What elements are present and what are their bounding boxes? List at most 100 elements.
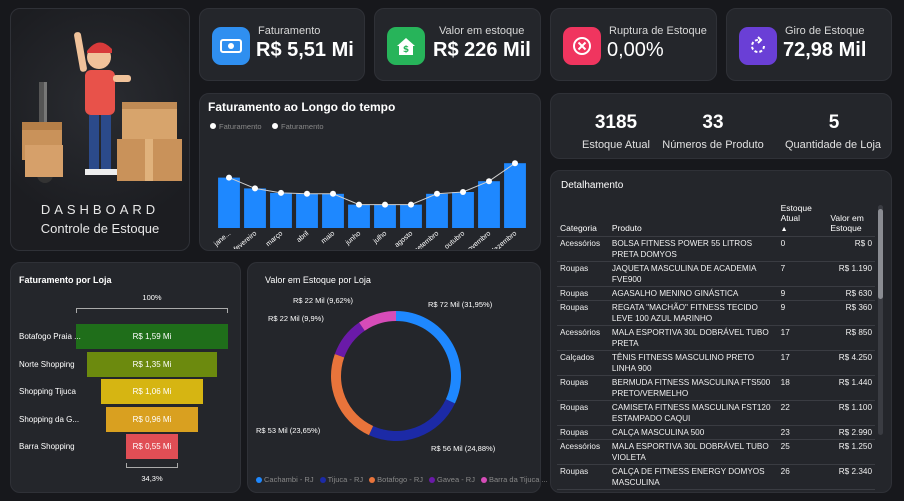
line-point[interactable] xyxy=(408,201,414,208)
legend-item[interactable]: Botafogo - RJ xyxy=(369,475,423,484)
bar[interactable] xyxy=(504,163,526,228)
cell-categoria: Roupas xyxy=(557,489,609,492)
estoque-atual-value: 3185 xyxy=(594,112,638,133)
cell-valor: R$ 850 xyxy=(827,325,875,351)
x-tick-label: fevereiro xyxy=(233,230,258,249)
sort-ascending-icon: ▲ xyxy=(780,226,788,233)
line-point[interactable] xyxy=(356,201,362,208)
table-row[interactable]: Calçados TÊNIS FITNESS MASCULINO PRETO LI… xyxy=(557,350,875,376)
line-point[interactable] xyxy=(382,201,388,208)
kpi-value: R$ 226 Mil xyxy=(433,39,531,61)
table-row[interactable]: Roupas CALÇA MASCULINA 500 23 R$ 2.990 xyxy=(557,425,875,440)
hero-card: DASHBOARD Controle de Estoque xyxy=(10,8,190,251)
table-row[interactable]: Acessórios MALA ESPORTIVA 30L DOBRÁVEL TU… xyxy=(557,439,875,465)
cell-estoque: 32 xyxy=(777,489,828,492)
funnel-bar[interactable]: R$ 1,06 Mi xyxy=(101,379,203,404)
line-point[interactable] xyxy=(434,190,440,197)
kpi-label: Faturamento xyxy=(258,25,321,37)
table-row[interactable]: Roupas CALÇA DE FITNESS ENERGY DOMYOS MAS… xyxy=(557,464,875,490)
cell-categoria: Roupas xyxy=(557,261,609,287)
x-tick-label: novembro xyxy=(464,230,492,249)
line-point[interactable] xyxy=(512,160,518,167)
funnel-bottom-percent: 34,3% xyxy=(141,474,163,483)
table-row[interactable]: RoupasBERMUDA MASCULINA "REPS" VERMELHA … xyxy=(557,489,875,492)
funnel-bar[interactable]: R$ 1,35 Mi xyxy=(87,351,217,377)
line-point[interactable] xyxy=(278,189,284,196)
funnel-category-label: Barra Shopping xyxy=(19,442,75,451)
cell-valor: R$ 3.520 xyxy=(827,489,875,492)
donut-slice-label: R$ 22 Mil (9,9%) xyxy=(268,314,324,323)
line-point[interactable] xyxy=(226,174,232,181)
bar[interactable] xyxy=(426,193,448,228)
bar[interactable] xyxy=(244,188,266,228)
cell-produto: MALA ESPORTIVA 30L DOBRÁVEL TUBO PRETA xyxy=(608,325,778,351)
bar[interactable] xyxy=(452,192,474,228)
cell-estoque: 22 xyxy=(777,400,828,426)
table-scrollbar[interactable] xyxy=(878,205,883,435)
detalhamento-card: Detalhamento Categoria Produto Estoque A… xyxy=(550,170,892,493)
donut-slice[interactable] xyxy=(359,311,396,331)
bar[interactable] xyxy=(296,193,318,228)
funnel-top-percent: 100% xyxy=(142,293,162,302)
cell-valor: R$ 2.340 xyxy=(827,464,875,490)
line-point[interactable] xyxy=(486,178,492,185)
cell-categoria: Roupas xyxy=(557,375,609,401)
legend-marker xyxy=(272,123,278,129)
table-row[interactable]: Roupas JAQUETA MASCULINA DE ACADEMIA FVE9… xyxy=(557,261,875,287)
donut-slice[interactable] xyxy=(368,399,455,441)
bar[interactable] xyxy=(400,204,422,228)
line-point[interactable] xyxy=(304,190,310,197)
bar[interactable] xyxy=(348,204,370,228)
line-point[interactable] xyxy=(330,190,336,197)
legend-item[interactable]: Barra da Tijuca ... xyxy=(480,475,548,484)
funnel-bar[interactable]: R$ 0,96 Mi xyxy=(106,406,198,432)
legend-label: Faturamento xyxy=(219,122,262,131)
cell-estoque: 23 xyxy=(777,425,828,440)
legend-item[interactable]: Cachambi - RJ xyxy=(256,475,314,484)
funnel-bar[interactable]: R$ 1,59 Mi xyxy=(76,324,228,349)
cell-valor: R$ 4.250 xyxy=(827,350,875,376)
quantidade-loja-value: 5 xyxy=(828,112,840,133)
table-row[interactable]: Acessórios MALA ESPORTIVA 30L DOBRÁVEL TU… xyxy=(557,325,875,351)
legend-marker xyxy=(210,123,216,129)
donut-slice[interactable] xyxy=(331,354,374,436)
funnel-bar[interactable]: R$ 0,55 Mi xyxy=(125,434,179,459)
donut-slice[interactable] xyxy=(396,311,462,404)
bar[interactable] xyxy=(322,193,344,228)
cell-categoria: Roupas xyxy=(557,300,609,326)
funnel-bar-value: R$ 0,55 Mi xyxy=(132,442,172,451)
x-tick-label: setembro xyxy=(413,230,440,249)
cell-estoque: 7 xyxy=(777,261,828,287)
cell-valor: R$ 1.190 xyxy=(827,261,875,287)
table-row[interactable]: Roupas REGATA "MACHÃO" FITNESS TECIDO LEV… xyxy=(557,300,875,326)
table-row[interactable]: Acessórios BOLSA FITNESS POWER 55 LITROS … xyxy=(557,236,875,262)
table-row[interactable]: Roupas CAMISETA FITNESS MASCULINA FST120 … xyxy=(557,400,875,426)
legend-item[interactable]: Gavea - RJ xyxy=(429,475,475,484)
bar[interactable] xyxy=(478,181,500,228)
bar[interactable] xyxy=(270,192,292,228)
bar[interactable] xyxy=(374,204,396,228)
kpi-label: Giro de Estoque xyxy=(785,25,865,37)
money-icon xyxy=(212,27,250,65)
donut-slice[interactable] xyxy=(334,322,365,358)
bar[interactable] xyxy=(218,177,240,228)
line-point[interactable] xyxy=(252,185,258,192)
cell-estoque: 26 xyxy=(777,464,828,490)
line-point[interactable] xyxy=(460,189,466,195)
column-header-categoria[interactable]: Categoria xyxy=(557,203,609,237)
detalhamento-title: Detalhamento xyxy=(561,180,624,191)
funnel-chart: 100% R$ 1,59 Mi Botafogo Praia ... R$ 1,35 … xyxy=(11,263,242,494)
table-row[interactable]: Roupas BERMUDA FITNESS MASCULINA FTS500 P… xyxy=(557,375,875,401)
table-row[interactable]: Roupas AGASALHO MENINO GINÁSTICA 9 R$ 630 xyxy=(557,286,875,301)
cell-produto: AGASALHO MENINO GINÁSTICA xyxy=(608,286,778,301)
column-header-valor-estoque[interactable]: Valor em Estoque xyxy=(827,203,875,237)
cell-produto: CALÇA DE FITNESS ENERGY DOMYOS MASCULINA xyxy=(608,464,778,490)
x-tick-label: outubro xyxy=(444,230,467,249)
column-header-estoque-atual[interactable]: Estoque Atual ▲ xyxy=(778,203,828,237)
donut-legend: Cachambi - RJ Tijuca - RJ Botafogo - RJ Gav… xyxy=(256,475,548,484)
cell-valor: R$ 1.440 xyxy=(827,375,875,401)
column-header-produto[interactable]: Produto xyxy=(609,203,778,237)
scrollbar-thumb[interactable] xyxy=(878,209,883,299)
refresh-icon xyxy=(739,27,777,65)
legend-item[interactable]: Tijuca - RJ xyxy=(319,475,363,484)
